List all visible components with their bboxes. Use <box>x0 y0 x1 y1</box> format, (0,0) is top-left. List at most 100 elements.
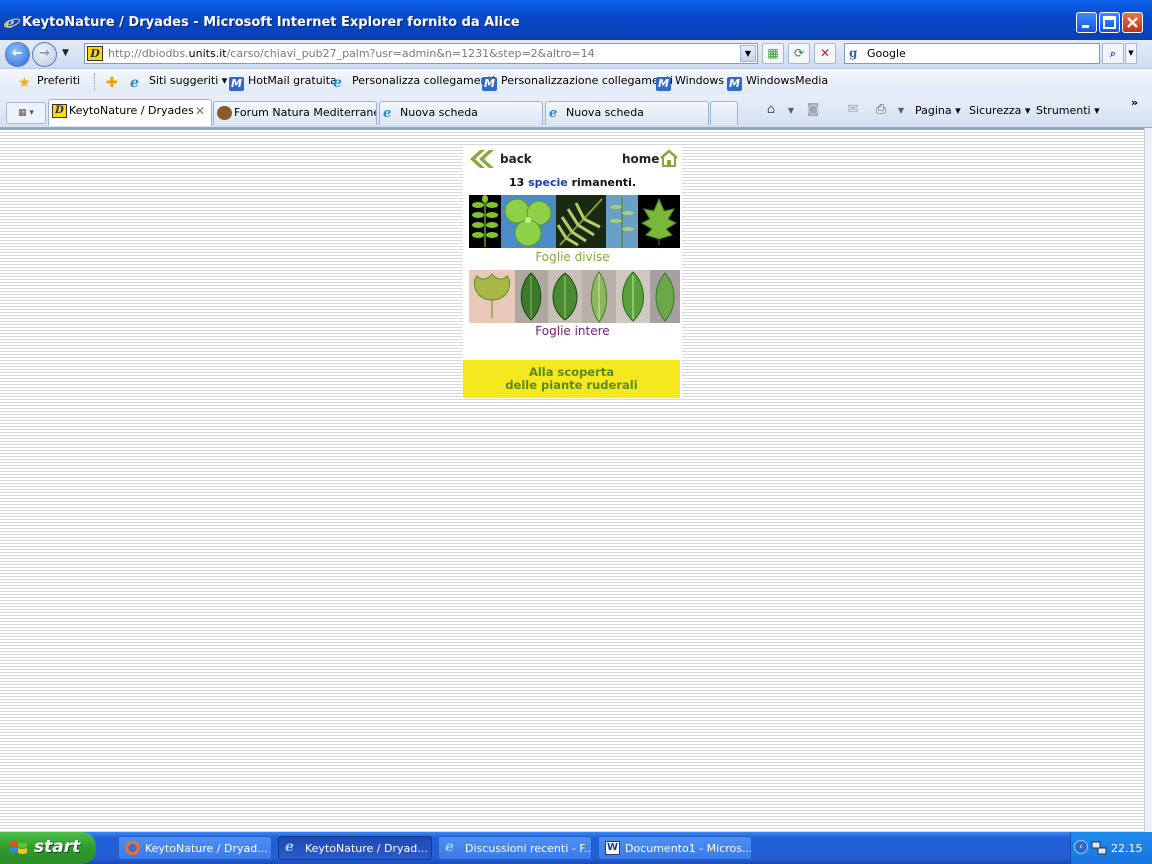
home-dropdown-icon[interactable]: ▼ <box>782 106 800 122</box>
leaf-photo <box>501 195 556 248</box>
maximize-button[interactable] <box>1099 12 1120 33</box>
fav-link-windowsmedia[interactable]: M WindowsMedia <box>727 74 828 91</box>
forward-button[interactable]: → <box>32 42 57 67</box>
fav-link-personalizza[interactable]: e Personalizza collegamenti <box>333 74 495 90</box>
taskbar-button-discussioni[interactable]: e Discussioni recenti - F... <box>438 836 592 860</box>
back-label: back <box>500 152 532 166</box>
vertical-scrollbar[interactable] <box>1144 128 1152 832</box>
home-icon[interactable]: ⌂ <box>762 102 780 118</box>
back-button[interactable]: ← <box>5 42 30 67</box>
leaf-photo <box>606 195 638 248</box>
quick-tabs-icon: ▦ ▾ <box>18 108 34 118</box>
tray-expand-icon[interactable]: ‹ <box>1074 840 1088 854</box>
tab-nuova-scheda-2[interactable]: e Nuova scheda <box>545 101 709 125</box>
compatibility-icon[interactable]: ▦ <box>762 43 784 64</box>
close-tab-icon[interactable]: ✕ <box>195 104 205 118</box>
menu-sicurezza[interactable]: Sicurezza ▾ <box>969 104 1030 117</box>
tab-forum[interactable]: Forum Natura Mediterrane... <box>213 101 377 125</box>
option-foglie-intere[interactable]: Foglie intere <box>463 324 682 338</box>
leaf-photo <box>515 270 548 323</box>
leaf-photo <box>548 270 582 323</box>
menu-strumenti[interactable]: Strumenti ▾ <box>1036 104 1100 117</box>
fav-link-personalizzazione[interactable]: M Personalizzazione collegamenti <box>482 74 673 91</box>
ie-icon: e <box>285 839 294 855</box>
option-foglie-divise[interactable]: Foglie divise <box>463 250 682 264</box>
close-button[interactable] <box>1122 12 1143 33</box>
taskbar-button-ie-keytonature[interactable]: e KeytoNature / Dryad... <box>278 836 432 860</box>
print-icon[interactable]: ⎙ <box>872 102 890 118</box>
dryades-icon: D <box>52 104 67 118</box>
new-tab-button[interactable] <box>710 101 738 125</box>
start-label: start <box>34 837 81 857</box>
quick-tabs-button[interactable]: ▦ ▾ <box>6 102 46 124</box>
search-icon: ⌕ <box>1109 47 1117 60</box>
ie-icon: e <box>333 75 342 91</box>
simple-leaves-image[interactable] <box>469 270 680 323</box>
promo-line-2: delle piante ruderali <box>505 378 638 392</box>
tab-nuova-scheda-1[interactable]: e Nuova scheda <box>379 101 543 125</box>
search-button[interactable]: ⌕ <box>1102 43 1124 64</box>
promo-banner[interactable]: Alla scoperta delle piante ruderali <box>463 360 680 398</box>
home-icon[interactable] <box>659 149 679 167</box>
page-content: back home 13 specie rimanenti. Foglie di… <box>0 128 1144 832</box>
search-value: Google <box>867 47 906 60</box>
back-arrow-icon: ← <box>12 46 23 61</box>
stop-icon[interactable]: ✕ <box>814 43 836 64</box>
more-commands-button[interactable]: » <box>1131 96 1138 109</box>
address-toolbar: ← → ▼ D http://dbiodbs.units.it/carso/ch… <box>0 40 1152 68</box>
word-icon: W <box>605 841 620 855</box>
ie-icon: e <box>4 14 20 30</box>
taskbar-button-word[interactable]: W Documento1 - Micros... <box>598 836 752 860</box>
msn-icon: M <box>482 77 497 91</box>
star-icon: ★ <box>18 75 31 91</box>
search-input[interactable]: g Google <box>844 43 1100 64</box>
fav-link-windows[interactable]: M Windows <box>656 74 724 91</box>
feeds-icon[interactable]: ◙ <box>804 102 822 118</box>
network-icon[interactable] <box>1091 840 1107 856</box>
maximize-icon <box>1103 16 1116 29</box>
ie-icon: e <box>549 106 558 121</box>
address-input[interactable]: D http://dbiodbs.units.it/carso/chiavi_p… <box>84 43 758 64</box>
fav-link-siti-suggeriti[interactable]: e Siti suggeriti ▾ <box>130 74 227 90</box>
minimize-button[interactable] <box>1076 12 1097 33</box>
favorites-bar: ★ Preferiti ✚ e Siti suggeriti ▾ M HotMail … <box>0 68 1152 94</box>
close-icon <box>1127 17 1138 28</box>
firefox-icon <box>125 841 140 855</box>
minimize-icon <box>1082 25 1089 28</box>
fav-link-hotmail[interactable]: M HotMail gratuita <box>229 74 337 91</box>
system-tray: ‹ 22.15 <box>1070 832 1152 864</box>
leaf-photo <box>650 270 680 323</box>
ie-icon: e <box>445 839 454 855</box>
home-link[interactable]: home <box>622 152 659 166</box>
leaf-photo <box>616 270 650 323</box>
refresh-icon[interactable]: ⟳ <box>788 43 810 64</box>
print-dropdown-icon[interactable]: ▼ <box>892 106 910 122</box>
leaf-photo <box>469 195 501 248</box>
add-favorite-icon: ✚ <box>106 75 118 91</box>
search-options-dropdown[interactable]: ▼ <box>1125 43 1137 64</box>
leaf-photo <box>638 195 680 248</box>
double-chevron-left-icon <box>470 150 494 168</box>
compound-leaves-image[interactable] <box>469 195 680 248</box>
msn-icon: M <box>656 77 671 91</box>
add-favorite-button[interactable]: ✚ <box>106 74 125 90</box>
ie-icon: e <box>383 106 392 121</box>
taskbar-button-firefox[interactable]: KeytoNature / Dryad... <box>118 836 272 860</box>
start-button[interactable]: start <box>0 832 96 864</box>
history-dropdown-icon[interactable]: ▼ <box>62 48 69 58</box>
forum-icon <box>217 106 232 120</box>
key-panel: back home 13 specie rimanenti. Foglie di… <box>463 147 682 398</box>
leaf-photo <box>556 195 606 248</box>
site-favicon: D <box>87 46 103 61</box>
favorites-button[interactable]: ★ Preferiti <box>18 74 80 90</box>
forward-arrow-icon: → <box>39 46 50 61</box>
taskbar: start KeytoNature / Dryad... e KeytoNatu… <box>0 832 1152 864</box>
title-bar: e KeytoNature / Dryades - Microsoft Inte… <box>0 0 1152 40</box>
tab-bar: ▦ ▾ D KeytoNature / Dryades ✕ Forum Natu… <box>0 94 1152 128</box>
address-dropdown-icon[interactable]: ▼ <box>740 45 756 62</box>
menu-pagina[interactable]: Pagina ▾ <box>915 104 961 117</box>
tab-keytonature[interactable]: D KeytoNature / Dryades ✕ <box>48 99 212 126</box>
species-count: 13 specie rimanenti. <box>508 176 637 189</box>
mail-icon[interactable]: ✉ <box>844 102 862 118</box>
ie-icon: e <box>130 75 139 91</box>
